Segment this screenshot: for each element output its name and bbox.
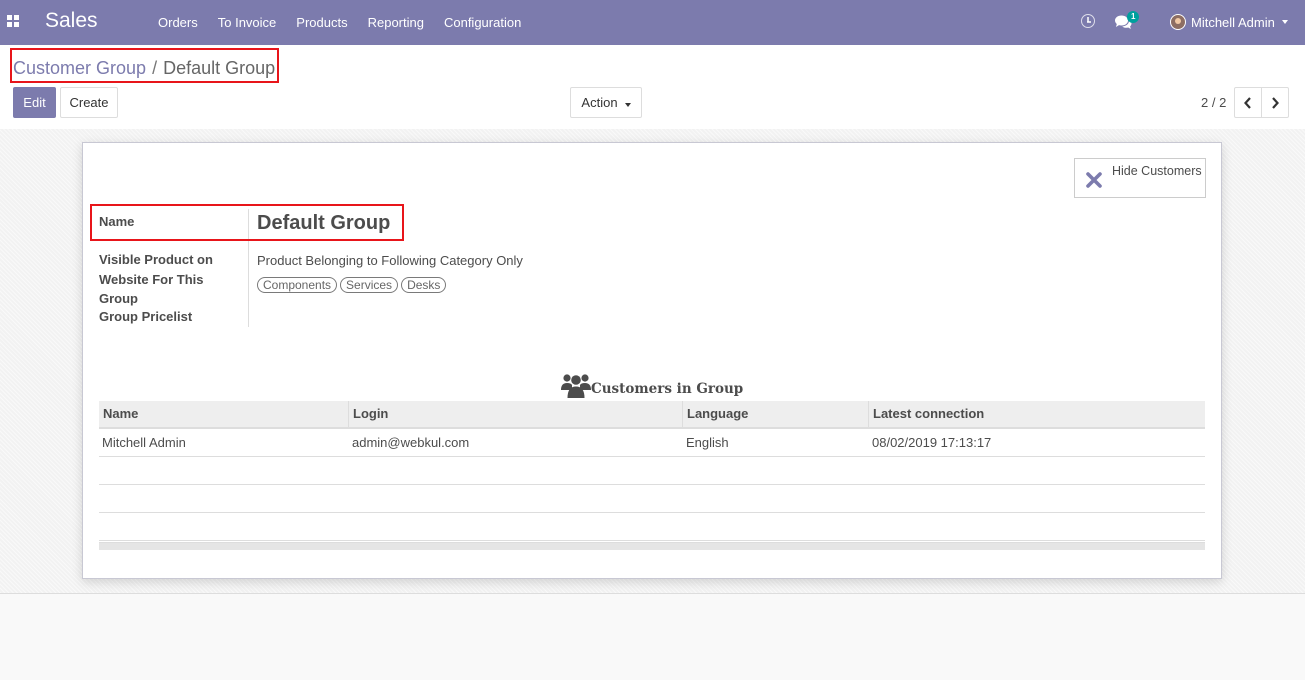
message-count-badge: 1 xyxy=(1127,11,1140,23)
action-label: Action xyxy=(581,95,618,110)
control-panel: Customer Group / Default Group Edit Create… xyxy=(0,45,1305,130)
edit-button[interactable]: Edit xyxy=(13,87,56,118)
pager-value[interactable]: 2 / 2 xyxy=(1201,95,1226,110)
cell-latest-connection: 08/02/2019 17:13:17 xyxy=(872,435,992,450)
app-brand: Sales xyxy=(45,9,98,32)
menu-configuration[interactable]: Configuration xyxy=(434,0,531,45)
empty-table-row xyxy=(99,457,1205,485)
cell-language: English xyxy=(686,435,729,450)
create-button[interactable]: Create xyxy=(60,87,118,118)
pager-previous-button[interactable] xyxy=(1234,87,1262,118)
category-tag: Desks xyxy=(401,277,447,293)
customers-section-title: Customers in Group xyxy=(591,381,744,397)
menu-orders[interactable]: Orders xyxy=(148,0,208,45)
close-icon xyxy=(1086,172,1102,188)
action-dropdown[interactable]: Action xyxy=(570,87,642,118)
category-tag: Components xyxy=(257,277,338,293)
menu-to-invoice[interactable]: To Invoice xyxy=(208,0,287,45)
group-pricelist-label: Group Pricelist xyxy=(99,309,193,324)
menu-products[interactable]: Products xyxy=(286,0,357,45)
caret-down-icon xyxy=(1281,20,1288,24)
category-tag: Services xyxy=(340,277,399,293)
chevron-right-icon xyxy=(1272,97,1279,109)
column-header-name[interactable]: Name xyxy=(99,401,349,427)
highlight-box-name xyxy=(90,204,404,241)
apps-menu-icon[interactable] xyxy=(7,15,19,27)
column-header-language[interactable]: Language xyxy=(683,401,869,427)
table-footer xyxy=(99,542,1205,550)
users-icon xyxy=(561,374,591,398)
user-name: Mitchell Admin xyxy=(1191,14,1275,30)
visible-product-label: Visible Product on Website For This Grou… xyxy=(99,252,213,306)
category-tags: Components Services Desks xyxy=(257,277,449,293)
pager-next-button[interactable] xyxy=(1261,87,1289,118)
menu-reporting[interactable]: Reporting xyxy=(358,0,434,45)
top-menu: Orders To Invoice Products Reporting Con… xyxy=(148,0,531,45)
table-row[interactable]: Mitchell Admin admin@webkul.com English … xyxy=(99,429,1205,457)
empty-table-row xyxy=(99,513,1205,541)
highlight-box-breadcrumb xyxy=(10,48,279,83)
hide-customers-label: Hide Customers xyxy=(1112,164,1202,178)
column-header-latest-connection[interactable]: Latest connection xyxy=(869,401,1205,427)
table-header: Name Login Language Latest connection xyxy=(99,401,1205,429)
hide-customers-button[interactable]: Hide Customers xyxy=(1074,158,1206,198)
form-sheet: Hide Customers Name Visible Product on W… xyxy=(82,142,1222,579)
avatar xyxy=(1170,14,1186,30)
form-view-background: Hide Customers Name Visible Product on W… xyxy=(0,129,1305,594)
cell-name: Mitchell Admin xyxy=(102,435,186,450)
visible-product-value: Product Belonging to Following Category … xyxy=(257,253,523,268)
column-header-login[interactable]: Login xyxy=(349,401,683,427)
user-menu[interactable]: Mitchell Admin xyxy=(1170,13,1288,31)
activity-clock-icon[interactable] xyxy=(1081,14,1095,28)
main-navbar: Sales Orders To Invoice Products Reporti… xyxy=(0,0,1305,45)
chevron-left-icon xyxy=(1244,97,1251,109)
caret-down-icon xyxy=(624,103,631,107)
cell-login: admin@webkul.com xyxy=(352,435,470,450)
empty-table-row xyxy=(99,485,1205,513)
